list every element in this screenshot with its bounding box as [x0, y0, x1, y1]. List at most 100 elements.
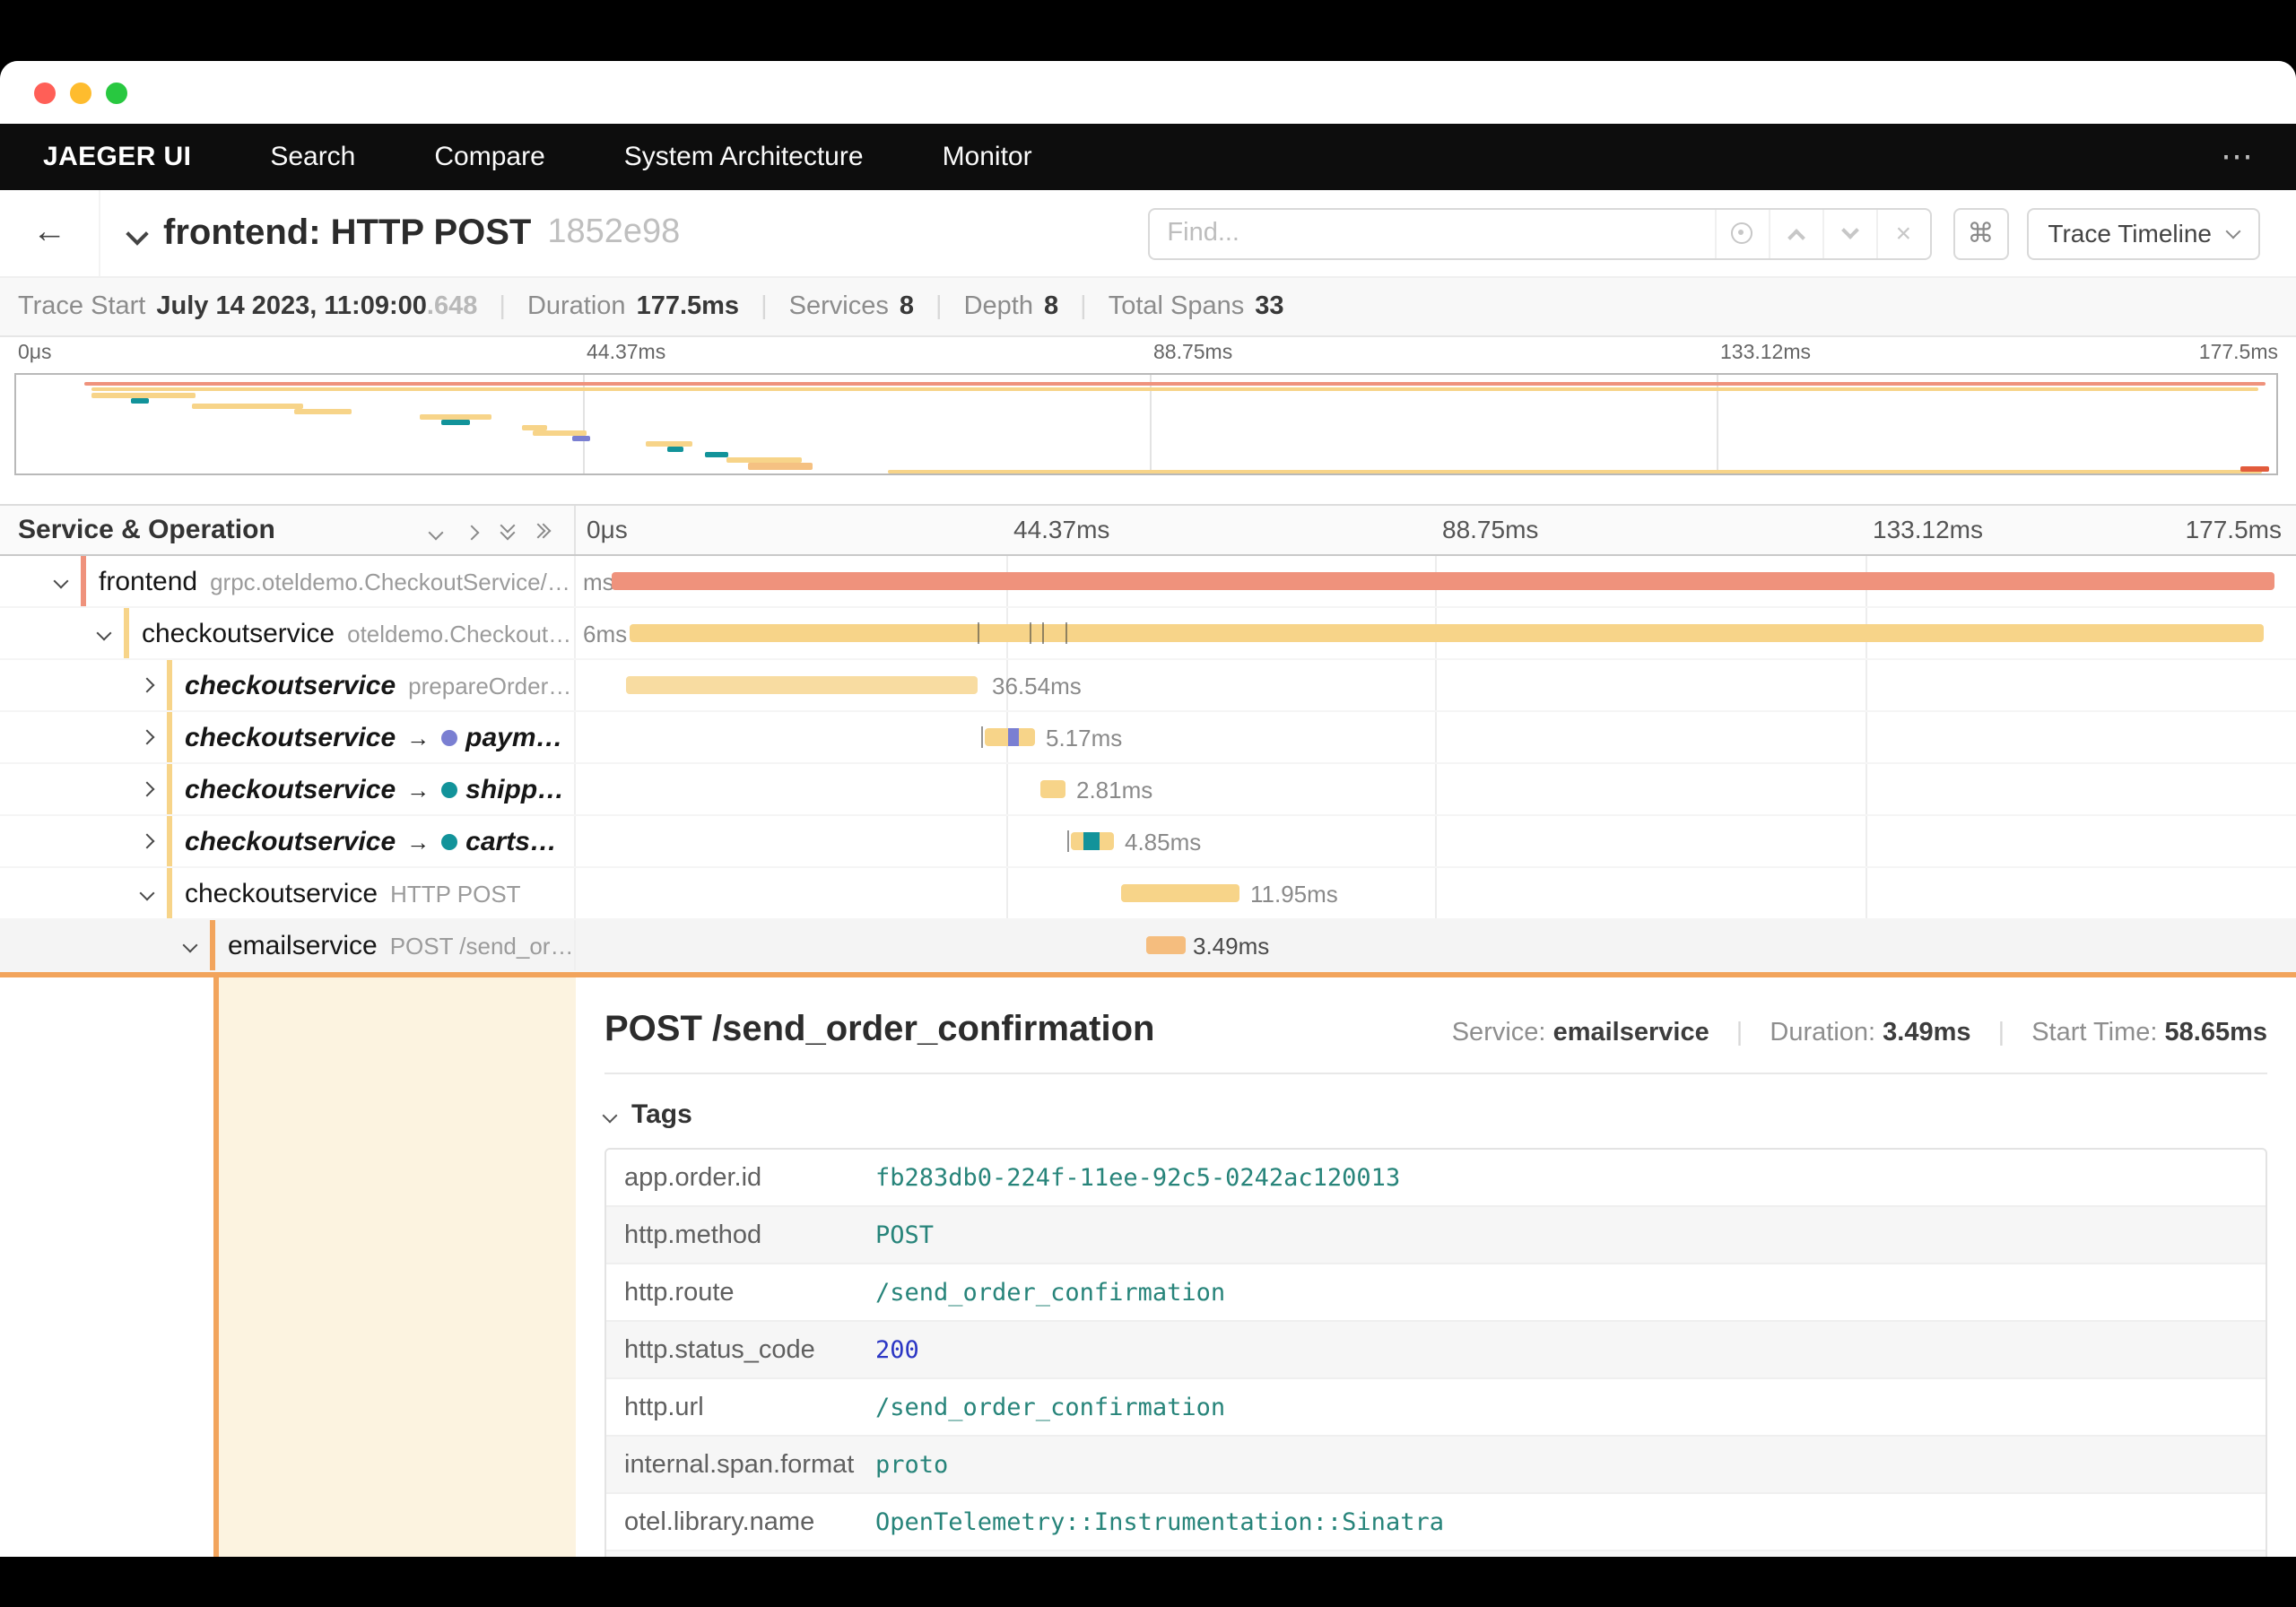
clear-find-button[interactable]: × — [1875, 209, 1929, 257]
span-name-cell[interactable]: checkoutservice → paym… — [0, 712, 576, 762]
span-bar-cell[interactable]: 3.49ms — [576, 920, 2296, 970]
collapse-one-button[interactable] — [430, 514, 441, 546]
nav-item-system-architecture[interactable]: System Architecture — [624, 142, 864, 172]
minimap-span-bar — [2240, 466, 2269, 472]
trace-collapse-toggle[interactable] — [129, 215, 145, 251]
tag-key: http.url — [606, 1393, 875, 1421]
tag-value: proto — [875, 1450, 948, 1479]
span-color-bar — [167, 712, 172, 762]
span-row-http-post[interactable]: checkoutservice HTTP POST 11.95ms — [0, 868, 2296, 920]
span-bar-cell[interactable]: 2.81ms — [576, 764, 2296, 814]
expand-one-button[interactable] — [466, 514, 477, 546]
trace-minimap: 0μs 44.37ms 88.75ms 133.12ms 177.5ms — [0, 337, 2296, 504]
tags-section-toggle[interactable]: Tags — [604, 1099, 2267, 1130]
nav-item-monitor[interactable]: Monitor — [943, 142, 1032, 172]
detail-left-gutter — [0, 977, 576, 1557]
tag-row: http.url /send_order_confirmation — [606, 1379, 2266, 1437]
tags-section-title: Tags — [631, 1099, 692, 1130]
span-bar[interactable] — [1121, 884, 1239, 902]
chevron-down-icon[interactable] — [183, 938, 198, 953]
span-bar[interactable] — [626, 676, 978, 694]
span-bar-segment — [1008, 728, 1019, 746]
chevron-right-icon[interactable] — [140, 730, 155, 745]
trace-header-controls: × ⌘ Trace Timeline — [1147, 207, 2296, 259]
span-service-name: frontend — [99, 566, 197, 596]
span-row-payment[interactable]: checkoutservice → paym… 5.17ms — [0, 712, 2296, 764]
ruler-tick: 88.75ms — [1442, 515, 1538, 543]
trace-view-select[interactable]: Trace Timeline — [2026, 207, 2260, 259]
span-bar[interactable] — [1146, 936, 1186, 954]
tag-value: POST — [875, 1220, 934, 1249]
detail-operation-title: POST /send_order_confirmation — [604, 1010, 1154, 1051]
timeline-collapse-controls — [430, 514, 574, 546]
back-button[interactable]: ← — [0, 190, 100, 276]
prev-result-button[interactable] — [1768, 209, 1822, 257]
desktop-background-bottom — [0, 1557, 2296, 1607]
span-bar[interactable] — [1040, 780, 1065, 798]
span-row-cart[interactable]: checkoutservice → carts… 4.85ms — [0, 816, 2296, 868]
nav-item-compare[interactable]: Compare — [434, 142, 544, 172]
span-bar-cell[interactable]: 11.95ms — [576, 868, 2296, 918]
span-color-bar — [167, 660, 172, 710]
span-service-name: emailservice — [228, 930, 378, 960]
minimap-tick: 177.5ms — [2199, 343, 2278, 364]
span-row-shipping[interactable]: checkoutservice → shipp… 2.81ms — [0, 764, 2296, 816]
span-duration-label: 36.54ms — [992, 673, 1082, 699]
minimap-tick: 88.75ms — [1153, 343, 1232, 364]
screen: JAEGER UI Search Compare System Architec… — [0, 0, 2296, 1607]
jaeger-logo[interactable]: JAEGER UI — [43, 142, 191, 172]
span-bar-cell[interactable]: 36.54ms — [576, 660, 2296, 710]
chevron-right-icon[interactable] — [140, 782, 155, 797]
nav-item-search[interactable]: Search — [270, 142, 355, 172]
span-row-prepare-order[interactable]: checkoutservice prepareOrderI… 36.54ms — [0, 660, 2296, 712]
keyboard-shortcuts-button[interactable]: ⌘ — [1952, 207, 2008, 259]
chevron-down-icon — [1841, 221, 1859, 239]
span-bar[interactable] — [630, 624, 2264, 642]
chevron-down-icon — [429, 525, 444, 540]
chevron-right-icon[interactable] — [140, 834, 155, 849]
span-boundary-tick — [1042, 622, 1044, 644]
chevron-down-icon[interactable] — [140, 886, 155, 901]
span-bar[interactable] — [612, 572, 2274, 590]
span-bar-cell[interactable]: ms — [576, 556, 2296, 606]
span-row-checkoutservice[interactable]: checkoutservice oteldemo.Checkout… 6ms — [0, 608, 2296, 660]
span-boundary-tick — [1030, 622, 1031, 644]
chevron-down-icon[interactable] — [97, 626, 112, 641]
service-operation-header: Service & Operation — [0, 506, 576, 554]
span-bar-cell[interactable]: 6ms — [576, 608, 2296, 658]
next-result-button[interactable] — [1822, 209, 1875, 257]
chevron-down-icon[interactable] — [54, 574, 69, 589]
close-window-button[interactable] — [34, 82, 56, 103]
span-row-emailservice[interactable]: emailservice POST /send_or… 3.49ms — [0, 920, 2296, 972]
span-duration-label: 6ms — [583, 621, 627, 647]
span-name-cell[interactable]: checkoutservice prepareOrderI… — [0, 660, 576, 710]
expand-all-button[interactable] — [538, 525, 549, 535]
chevron-right-icon[interactable] — [140, 678, 155, 693]
span-name-cell[interactable]: checkoutservice HTTP POST — [0, 868, 576, 918]
minimap-canvas[interactable] — [14, 373, 2278, 475]
zoom-window-button[interactable] — [106, 82, 127, 103]
minimap-span-bar — [572, 436, 590, 441]
browser-window: JAEGER UI Search Compare System Architec… — [0, 61, 2296, 1557]
span-name-cell[interactable]: checkoutservice oteldemo.Checkout… — [0, 608, 576, 658]
span-name-cell[interactable]: checkoutservice → carts… — [0, 816, 576, 866]
tag-key: app.order.id — [606, 1163, 875, 1192]
span-service-name: checkoutservice — [185, 826, 396, 856]
span-bar-cell[interactable]: 4.85ms — [576, 816, 2296, 866]
span-row-frontend[interactable]: frontend grpc.oteldemo.CheckoutService/P… — [0, 556, 2296, 608]
minimize-window-button[interactable] — [70, 82, 91, 103]
detail-meta: Service: emailservice | Duration: 3.49ms… — [1452, 1019, 2267, 1047]
span-name-cell[interactable]: frontend grpc.oteldemo.CheckoutService/P… — [0, 556, 576, 606]
nav-overflow-icon[interactable]: ⋯ — [2221, 138, 2253, 176]
collapse-all-button[interactable] — [502, 523, 513, 537]
focus-span-button[interactable] — [1714, 209, 1768, 257]
chevron-down-icon — [603, 1108, 618, 1123]
span-name-cell[interactable]: checkoutservice → shipp… — [0, 764, 576, 814]
span-name-cell[interactable]: emailservice POST /send_or… — [0, 920, 576, 970]
find-input[interactable] — [1149, 209, 1714, 257]
span-duration-label: 5.17ms — [1046, 725, 1122, 751]
detail-divider — [604, 1073, 2267, 1074]
span-target-service: shipp… — [465, 774, 564, 804]
span-bar-cell[interactable]: 5.17ms — [576, 712, 2296, 762]
service-dot-cart — [440, 833, 457, 849]
